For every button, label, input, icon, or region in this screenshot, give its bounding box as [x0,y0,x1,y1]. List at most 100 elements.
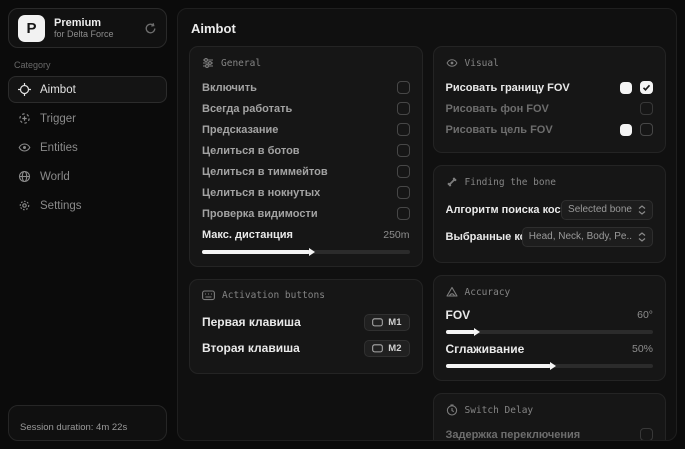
keybind-button-m2[interactable]: M2 [364,340,409,357]
brand-subtitle: for Delta Force [54,29,135,39]
setting-row: Выбранные кос Head, Neck, Body, Pe.. [446,223,654,250]
mouse-key-icon [372,318,383,327]
sliders-icon [202,57,214,69]
activation-card-header: Activation buttons [202,290,410,301]
accuracy-card-header: Accuracy [446,286,654,298]
sidebar-item-label: Trigger [40,113,76,125]
bone-card-header: Finding the bone [446,176,654,188]
bone-card-title: Finding the bone [465,177,557,188]
checkbox[interactable] [397,165,410,178]
sidebar: P Premium for Delta Force Category Aimbo… [0,0,175,449]
checkbox[interactable] [397,102,410,115]
color-swatch[interactable] [620,82,632,94]
setting-label: Предсказание [202,124,278,136]
setting-row: Рисовать цель FOV [446,119,654,140]
keybind-value: M1 [388,317,401,328]
setting-label: Задержка переключения [446,429,581,441]
right-column: Visual Рисовать границу FOV Рисовать фон… [433,46,667,441]
clock-icon [446,404,458,416]
setting-row: Целиться в нокнутых [202,182,410,203]
gear-icon [18,199,31,212]
checkbox[interactable] [397,144,410,157]
checkbox[interactable] [397,186,410,199]
setting-label: Целиться в нокнутых [202,187,320,199]
keybind-row: Вторая клавиша M2 [202,335,410,361]
keybind-button-m1[interactable]: M1 [364,314,409,331]
main-panel: Aimbot General Включить Всегда работать [177,8,677,441]
color-swatch[interactable] [620,124,632,136]
sidebar-item-trigger[interactable]: Trigger [8,105,167,132]
sidebar-item-entities[interactable]: Entities [8,134,167,161]
keybind-label: Первая клавиша [202,315,301,329]
globe-icon [18,170,31,183]
brand-text: Premium for Delta Force [54,17,135,40]
sidebar-item-aimbot[interactable]: Aimbot [8,76,167,103]
setting-label: Целиться в ботов [202,145,300,157]
sidebar-item-world[interactable]: World [8,163,167,190]
setting-label: Алгоритм поиска кост [446,204,562,216]
bone-algorithm-select[interactable]: Selected bone [561,200,653,220]
brand-title: Premium [54,17,135,30]
general-card-title: General [221,58,261,69]
left-column: General Включить Всегда работать Предска… [189,46,423,374]
checkbox[interactable] [640,123,653,136]
brand-logo: P [18,15,45,42]
smoothing-slider[interactable] [446,364,654,368]
switch-delay-card-title: Switch Delay [465,405,534,416]
select-value: Selected bone [568,204,632,215]
selected-bones-select[interactable]: Head, Neck, Body, Pe.. [522,227,653,247]
setting-label: Выбранные кос [446,231,522,243]
keyboard-icon [202,290,215,301]
checkbox[interactable] [640,102,653,115]
checkbox[interactable] [640,428,653,441]
general-card-header: General [202,57,410,69]
setting-label: Включить [202,82,257,94]
checkbox[interactable] [640,81,653,94]
entities-icon [18,141,31,154]
setting-row: Задержка переключения [446,424,654,441]
finding-bone-card: Finding the bone Алгоритм поиска кост Se… [433,165,667,263]
content-columns: General Включить Всегда работать Предска… [189,46,666,441]
keybind-row: Первая клавиша M1 [202,309,410,335]
setting-label: Рисовать границу FOV [446,82,570,94]
swatch-checkbox-group [620,123,653,136]
switch-delay-card: Switch Delay Задержка переключения Задер… [433,393,667,441]
chevron-up-down-icon [638,205,646,215]
switch-delay-card-header: Switch Delay [446,404,654,416]
checkbox[interactable] [397,123,410,136]
sidebar-item-settings[interactable]: Settings [8,192,167,219]
checkbox[interactable] [397,81,410,94]
fov-slider[interactable] [446,330,654,334]
accuracy-card: Accuracy FOV 60° Сглаживание 50% [433,275,667,381]
slider-value: 250m [383,229,409,241]
fov-slider-block: FOV 60° [446,306,654,334]
setting-row: Включить [202,77,410,98]
mouse-key-icon [372,344,383,353]
visual-card-title: Visual [465,58,499,69]
setting-label: Проверка видимости [202,208,318,220]
slider-label-row: Сглаживание 50% [446,340,654,358]
checkbox[interactable] [397,207,410,220]
session-duration-text: Session duration: 4m 22s [20,422,127,433]
general-card: General Включить Всегда работать Предска… [189,46,423,267]
crosshair-icon [18,83,31,96]
visual-card-header: Visual [446,57,654,69]
slider-value: 60° [637,309,653,321]
setting-row: Всегда работать [202,98,410,119]
slider-value: 50% [632,343,653,355]
sidebar-item-label: Aimbot [40,84,76,96]
slider-label: FOV [446,308,471,322]
refresh-icon[interactable] [144,22,157,35]
setting-row: Целиться в тиммейтов [202,161,410,182]
bone-icon [446,176,458,188]
activation-buttons-card: Activation buttons Первая клавиша M1 Вто… [189,279,423,374]
slider-label: Макс. дистанция [202,229,293,241]
session-duration: Session duration: 4m 22s [8,405,167,441]
chevron-up-down-icon [638,232,646,242]
smoothing-slider-block: Сглаживание 50% [446,340,654,368]
setting-label: Рисовать цель FOV [446,124,553,136]
setting-label: Рисовать фон FOV [446,103,549,115]
max-distance-slider[interactable] [202,250,410,254]
keybind-value: M2 [388,343,401,354]
slider-fill [202,250,310,254]
